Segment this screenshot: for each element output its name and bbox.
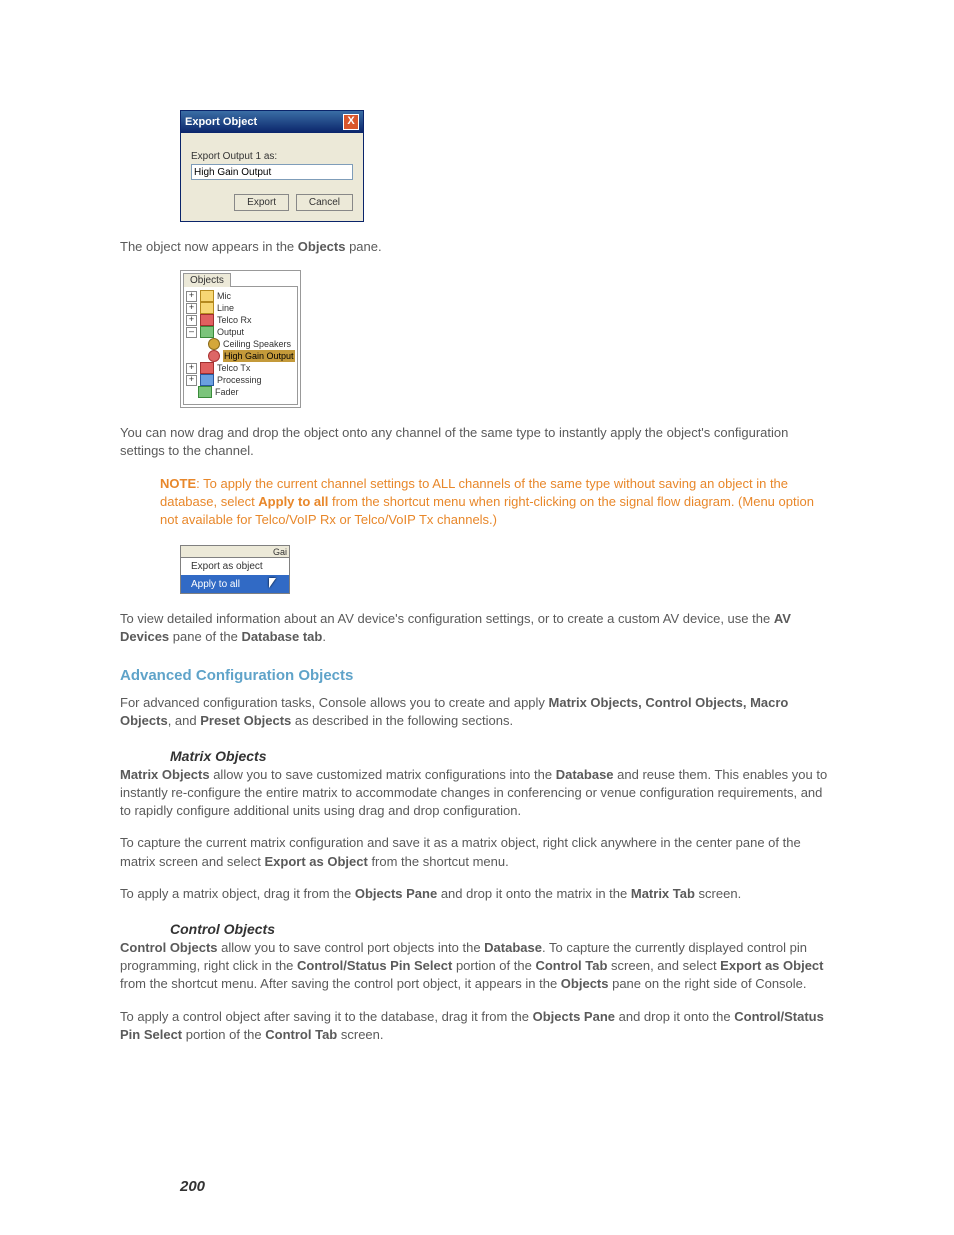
paragraph-control-1: Control Objects allow you to save contro… <box>120 939 834 994</box>
heading-advanced-config: Advanced Configuration Objects <box>120 667 834 684</box>
export-object-dialog: Export Object X Export Output 1 as: Expo… <box>180 110 364 222</box>
folder-icon <box>200 314 214 326</box>
heading-matrix-objects: Matrix Objects <box>170 748 834 764</box>
dialog-title: Export Object <box>185 116 257 128</box>
collapse-icon[interactable]: – <box>186 327 197 338</box>
tree-item-processing[interactable]: +Processing <box>186 374 295 386</box>
menu-item-apply-to-all[interactable]: Apply to all <box>181 575 289 593</box>
tree-item-telco-rx[interactable]: +Telco Rx <box>186 314 295 326</box>
export-label: Export Output 1 as: <box>191 151 353 162</box>
objects-tab[interactable]: Objects <box>183 273 231 287</box>
paragraph-objects-pane: The object now appears in the Objects pa… <box>120 238 834 256</box>
folder-icon <box>198 386 212 398</box>
paragraph-matrix-3: To apply a matrix object, drag it from t… <box>120 885 834 903</box>
dialog-titlebar[interactable]: Export Object X <box>181 111 363 133</box>
folder-icon <box>200 374 214 386</box>
expand-icon[interactable]: + <box>186 291 197 302</box>
objects-tree-panel: Objects +Mic +Line +Telco Rx –Output Cei… <box>180 270 301 408</box>
tree-item-fader[interactable]: Fader <box>186 386 295 398</box>
menu-header-fragment: Gai <box>181 546 289 558</box>
paragraph-drag-drop: You can now drag and drop the object ont… <box>120 424 834 460</box>
paragraph-matrix-2: To capture the current matrix configurat… <box>120 834 834 870</box>
context-menu: Gai Export as object Apply to all <box>180 545 290 594</box>
tree-item-mic[interactable]: +Mic <box>186 290 295 302</box>
paragraph-control-2: To apply a control object after saving i… <box>120 1008 834 1044</box>
leaf-icon <box>208 350 220 362</box>
folder-icon <box>200 302 214 314</box>
tree-item-ceiling-speakers[interactable]: Ceiling Speakers <box>186 338 295 350</box>
page-number: 200 <box>180 1178 205 1195</box>
export-button[interactable]: Export <box>234 194 289 211</box>
menu-item-export-as-object[interactable]: Export as object <box>181 558 289 575</box>
folder-icon <box>200 362 214 374</box>
heading-control-objects: Control Objects <box>170 921 834 937</box>
note-apply-to-all: NOTE: To apply the current channel setti… <box>160 475 834 530</box>
expand-icon[interactable]: + <box>186 363 197 374</box>
leaf-icon <box>208 338 220 350</box>
expand-icon[interactable]: + <box>186 303 197 314</box>
expand-icon[interactable]: + <box>186 375 197 386</box>
folder-icon <box>200 326 214 338</box>
note-label: NOTE <box>160 476 196 491</box>
paragraph-advanced-intro: For advanced configuration tasks, Consol… <box>120 694 834 730</box>
export-name-input[interactable] <box>191 164 353 180</box>
tree-item-output[interactable]: –Output <box>186 326 295 338</box>
cancel-button[interactable]: Cancel <box>296 194 353 211</box>
cursor-icon <box>269 578 279 590</box>
folder-icon <box>200 290 214 302</box>
tree-item-telco-tx[interactable]: +Telco Tx <box>186 362 295 374</box>
tree-item-high-gain-output[interactable]: High Gain Output <box>186 350 295 362</box>
tree-item-line[interactable]: +Line <box>186 302 295 314</box>
paragraph-matrix-1: Matrix Objects allow you to save customi… <box>120 766 834 821</box>
close-icon[interactable]: X <box>343 114 359 130</box>
expand-icon[interactable]: + <box>186 315 197 326</box>
paragraph-av-devices: To view detailed information about an AV… <box>120 610 834 646</box>
